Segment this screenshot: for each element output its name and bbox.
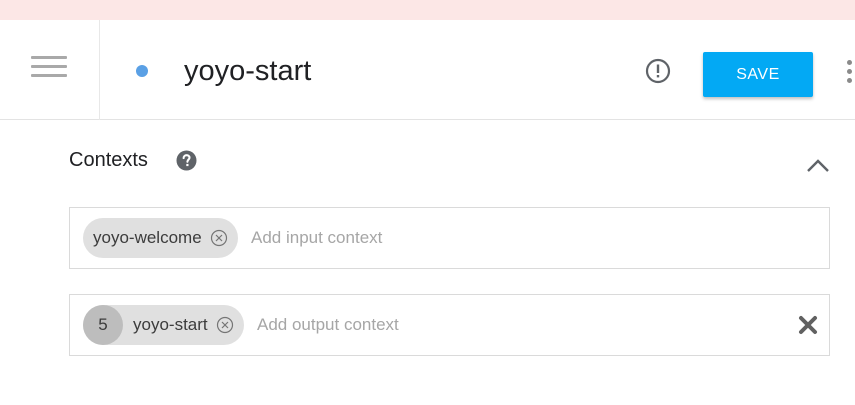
save-button[interactable]: SAVE — [703, 52, 813, 97]
intent-header: yoyo-start SAVE — [0, 20, 855, 120]
chip-remove-icon[interactable] — [210, 229, 228, 247]
chip-remove-icon[interactable] — [216, 316, 234, 334]
output-context-chip[interactable]: 5 yoyo-start — [83, 305, 244, 345]
contexts-title: Contexts — [69, 149, 148, 171]
status-dot — [136, 65, 148, 77]
input-context-chip[interactable]: yoyo-welcome — [83, 218, 238, 258]
clear-icon[interactable] — [798, 315, 818, 335]
lifespan-count[interactable]: 5 — [83, 305, 123, 345]
chip-label: yoyo-start — [133, 315, 208, 334]
menu-area — [0, 20, 100, 120]
top-banner — [0, 0, 855, 20]
intent-title[interactable]: yoyo-start — [184, 54, 311, 88]
help-icon[interactable] — [176, 150, 197, 171]
input-context-input[interactable] — [251, 224, 551, 252]
chevron-up-icon[interactable] — [805, 156, 831, 174]
input-context-field[interactable]: yoyo-welcome — [69, 207, 830, 269]
menu-icon[interactable] — [31, 56, 67, 78]
more-vertical-icon[interactable] — [845, 60, 855, 84]
alert-icon[interactable] — [645, 58, 671, 84]
output-context-field[interactable]: 5 yoyo-start — [69, 294, 830, 356]
chip-label: yoyo-welcome — [93, 228, 202, 247]
output-context-input[interactable] — [257, 311, 557, 339]
